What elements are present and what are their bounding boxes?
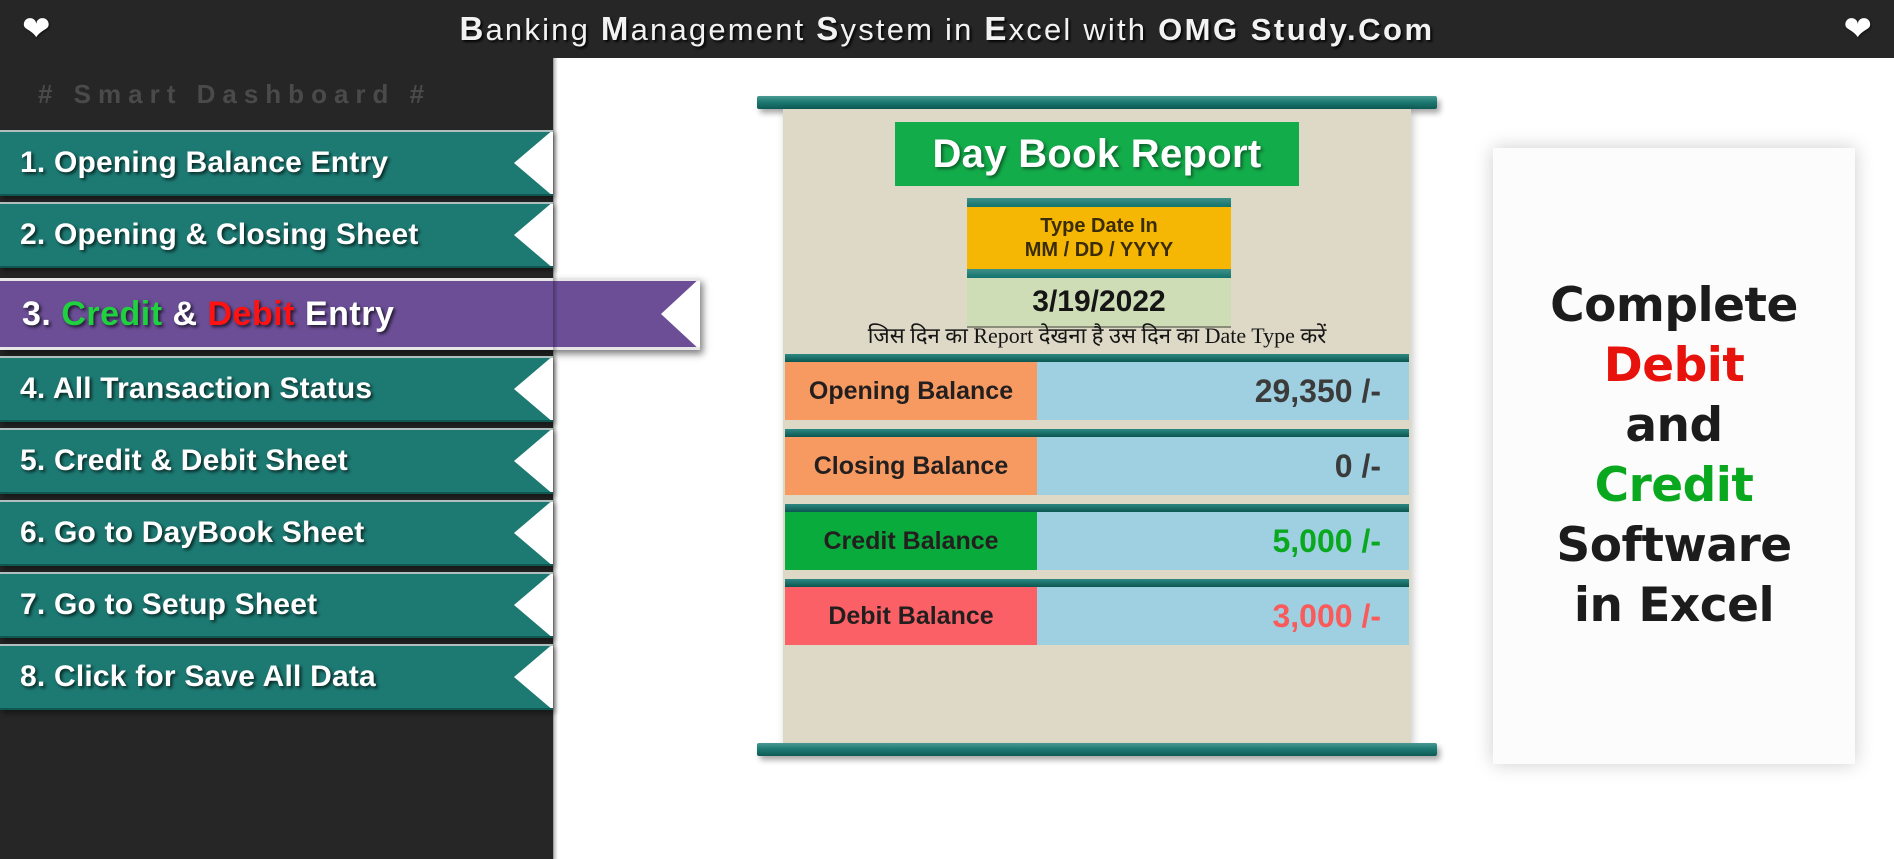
chevron-notch-icon xyxy=(511,132,553,194)
balance-label: Closing Balance xyxy=(785,437,1037,495)
sidebar-item-label: 3. Credit & Debit Entry xyxy=(22,295,394,334)
balance-row-rail xyxy=(785,579,1409,587)
sidebar-item-1[interactable]: 1. Opening Balance Entry xyxy=(0,130,553,196)
sidebar-item-label: 4. All Transaction Status xyxy=(20,372,373,405)
chevron-notch-icon xyxy=(511,430,553,492)
sidebar-item-2[interactable]: 2. Opening & Closing Sheet xyxy=(0,202,553,268)
balance-label: Debit Balance xyxy=(785,587,1037,645)
app-header: ❤ Banking Management System in Excel wit… xyxy=(0,0,1894,58)
balance-value: 0 /- xyxy=(1037,437,1409,495)
smart-dashboard-strip: # Smart Dashboard # xyxy=(0,58,553,130)
chevron-notch-icon xyxy=(511,646,553,708)
chevron-notch-icon xyxy=(511,502,553,564)
sidebar-item-shape[interactable]: 4. All Transaction Status xyxy=(0,356,553,422)
report-bottom-rail xyxy=(757,743,1437,756)
page-title-part-3: anagement xyxy=(630,12,817,47)
balance-row-rail xyxy=(785,354,1409,362)
date-entry-block: Type Date In MM / DD / YYYY 3/19/2022 xyxy=(967,198,1231,328)
sidebar-item-3[interactable]: 3. Credit & Debit Entry xyxy=(0,278,700,350)
promo-line-0: Complete xyxy=(1550,277,1798,333)
page-title-part-2: M xyxy=(600,10,631,47)
sidebar-item-label-part-4: Entry xyxy=(304,294,395,333)
date-rail-top xyxy=(967,198,1231,207)
promo-line-2: and xyxy=(1625,397,1723,453)
balance-value: 5,000 /- xyxy=(1037,512,1409,570)
balance-row-rail xyxy=(785,504,1409,512)
report-top-rail xyxy=(757,96,1437,109)
sidebar-item-label: 6. Go to DayBook Sheet xyxy=(20,516,365,549)
sidebar-item-label: 2. Opening & Closing Sheet xyxy=(20,218,419,251)
report-title: Day Book Report xyxy=(895,122,1299,186)
sidebar-menu: 1. Opening Balance Entry 2. Opening & Clo… xyxy=(0,130,720,859)
chevron-notch-icon xyxy=(511,358,553,420)
balance-row: Opening Balance 29,350 /- xyxy=(785,354,1409,420)
page-title-part-8: OMG Study.Com xyxy=(1158,12,1435,47)
chevron-notch-icon xyxy=(511,574,553,636)
page-title-part-6: E xyxy=(984,10,1009,47)
promo-line-4: Software xyxy=(1556,518,1792,574)
sidebar-item-label-part-3: Debit xyxy=(207,294,305,333)
balance-value: 29,350 /- xyxy=(1037,362,1409,420)
page-title-part-7: xcel with xyxy=(1008,12,1159,47)
page-title: Banking Management System in Excel with … xyxy=(51,10,1844,48)
report-body: Day Book Report Type Date In MM / DD / Y… xyxy=(783,109,1411,743)
promo-line-5: in Excel xyxy=(1573,578,1775,634)
date-hint-line-2: MM / DD / YYYY xyxy=(1024,239,1174,261)
sidebar-item-6[interactable]: 6. Go to DayBook Sheet xyxy=(0,500,553,566)
sidebar-item-label: 8. Click for Save All Data xyxy=(20,660,376,693)
page-title-part-1: anking xyxy=(485,12,601,47)
sidebar-item-label-part-0: 3. xyxy=(22,294,62,333)
page-title-part-0: B xyxy=(459,10,486,47)
promo-card: Complete Debit and Credit Software in Excel xyxy=(1493,148,1855,764)
day-book-report-card: Day Book Report Type Date In MM / DD / Y… xyxy=(757,96,1437,756)
sidebar-item-shape[interactable]: 6. Go to DayBook Sheet xyxy=(0,500,553,566)
balance-label: Opening Balance xyxy=(785,362,1037,420)
chevron-notch-icon xyxy=(511,204,553,266)
date-rail-bottom xyxy=(967,269,1231,278)
sidebar-item-5[interactable]: 5. Credit & Debit Sheet xyxy=(0,428,553,494)
sidebar-item-shape[interactable]: 3. Credit & Debit Entry xyxy=(0,278,700,350)
sidebar-item-label: 1. Opening Balance Entry xyxy=(20,146,389,179)
sidebar-item-shape[interactable]: 1. Opening Balance Entry xyxy=(0,130,553,196)
date-hint-line-1: Type Date In xyxy=(1040,214,1158,237)
balance-row: Debit Balance 3,000 /- xyxy=(785,579,1409,645)
balance-row: Credit Balance 5,000 /- xyxy=(785,504,1409,570)
promo-line-1: Debit xyxy=(1603,337,1745,393)
date-instruction-note: जिस दिन का Report देखना है उस दिन का Dat… xyxy=(867,323,1327,348)
heart-icon-right: ❤ xyxy=(1843,10,1873,48)
page-title-part-5: ystem in xyxy=(840,12,985,47)
sidebar-item-label: 5. Credit & Debit Sheet xyxy=(20,444,348,477)
sidebar-item-8[interactable]: 8. Click for Save All Data xyxy=(0,644,553,710)
promo-line-3: Credit xyxy=(1594,458,1754,513)
chevron-notch-icon xyxy=(658,281,700,347)
sidebar-item-shape[interactable]: 8. Click for Save All Data xyxy=(0,644,553,710)
sidebar-item-shape[interactable]: 2. Opening & Closing Sheet xyxy=(0,202,553,268)
sidebar-item-shape[interactable]: 5. Credit & Debit Sheet xyxy=(0,428,553,494)
sidebar-item-label-part-1: Credit xyxy=(61,294,173,333)
page-title-part-4: S xyxy=(816,10,841,47)
sidebar-item-label: 7. Go to Setup Sheet xyxy=(20,588,318,621)
balance-value: 3,000 /- xyxy=(1037,587,1409,645)
sidebar-item-4[interactable]: 4. All Transaction Status xyxy=(0,356,553,422)
balance-row-rail xyxy=(785,429,1409,437)
sidebar-item-shape[interactable]: 7. Go to Setup Sheet xyxy=(0,572,553,638)
balance-label: Credit Balance xyxy=(785,512,1037,570)
smart-dashboard-label: # Smart Dashboard # xyxy=(38,78,432,109)
sidebar-item-7[interactable]: 7. Go to Setup Sheet xyxy=(0,572,553,638)
sidebar-item-label-part-2: & xyxy=(172,294,208,333)
balance-row: Closing Balance 0 /- xyxy=(785,429,1409,495)
date-format-hint: Type Date In MM / DD / YYYY xyxy=(967,207,1231,269)
heart-icon-left: ❤ xyxy=(22,10,51,48)
